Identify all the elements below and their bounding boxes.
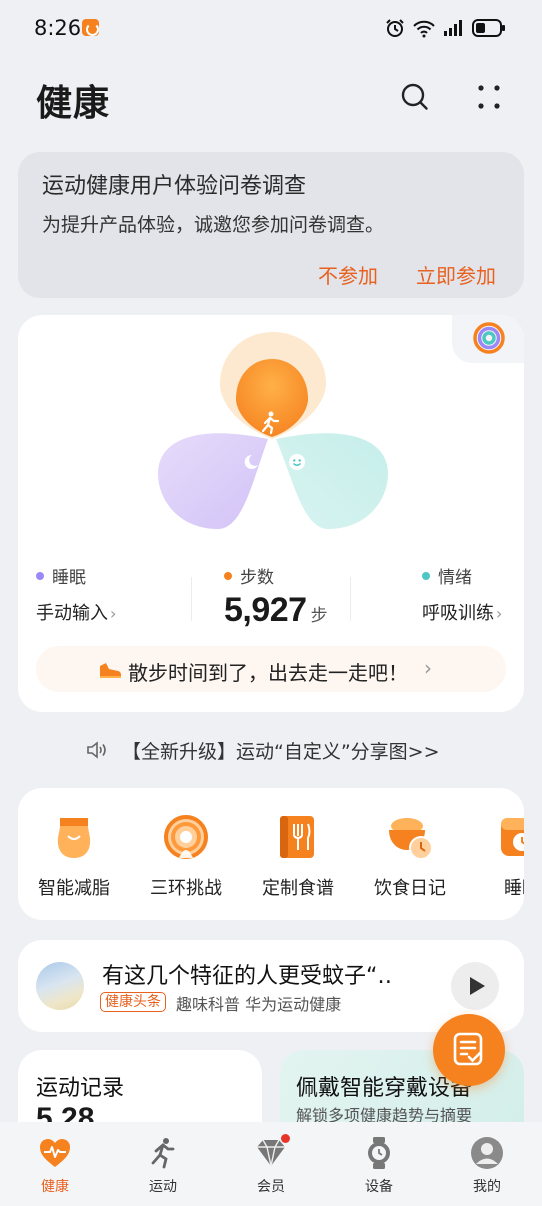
fat-loss-icon	[49, 812, 99, 862]
watch-icon	[362, 1136, 396, 1170]
service-label: 睡眠	[504, 878, 524, 899]
article-meta: 趣味科普 华为运动健康	[176, 995, 342, 1014]
chevron-right-icon: ›	[496, 604, 503, 623]
tab-label: 运动	[149, 1179, 177, 1195]
survey-title: 运动健康用户体验问卷调查	[42, 174, 307, 199]
grid-dots-icon	[478, 85, 500, 109]
breathing-training-link[interactable]: 呼吸训练 ›	[422, 599, 502, 625]
shoe-icon	[100, 663, 121, 678]
survey-join-button[interactable]: 立即参加	[416, 260, 496, 289]
service-fat-loss[interactable]: 智能减脂	[19, 812, 129, 900]
recipe-icon	[273, 812, 323, 862]
survey-description: 为提升产品体验，诚邀您参加问卷调查。	[42, 214, 385, 236]
diamond-icon	[254, 1134, 290, 1170]
sleep-dot	[36, 571, 44, 580]
service-diet-diary[interactable]: 饮食日记	[355, 812, 465, 900]
mood-dot	[422, 571, 430, 580]
bottom-tab-bar: 健康 运动 会员 设备 我的	[0, 1122, 542, 1206]
survey-card: 运动健康用户体验问卷调查 为提升产品体验，诚邀您参加问卷调查。 不参加 立即参加	[18, 152, 524, 298]
page-title: 健康	[36, 83, 111, 124]
sleep-label: 睡眠	[52, 568, 86, 588]
announcement-text: 【全新升级】运动“自定义”分享图>>	[122, 740, 440, 763]
services-card: 智能减脂 三环挑战 定制食谱 饮食日记 睡	[18, 788, 524, 920]
tab-devices[interactable]: 设备	[339, 1136, 419, 1196]
running-icon	[146, 1136, 180, 1170]
tab-membership[interactable]: 会员	[231, 1134, 311, 1196]
announcement-bar[interactable]: 【全新升级】运动“自定义”分享图>>	[86, 737, 440, 763]
survey-decline-button[interactable]: 不参加	[318, 260, 378, 289]
alarm-icon	[386, 19, 404, 37]
diet-diary-icon	[385, 812, 435, 862]
tab-me[interactable]: 我的	[447, 1136, 527, 1196]
mood-action-label: 呼吸训练	[422, 603, 494, 624]
steps-metric[interactable]: 步数 5,927 步	[224, 563, 328, 629]
status-icons	[385, 16, 506, 40]
service-label: 定制食谱	[262, 878, 334, 899]
more-options-button[interactable]	[472, 80, 506, 114]
rainbow-rings-icon	[473, 322, 505, 354]
chevron-right-icon: ›	[110, 604, 117, 623]
service-label: 智能减脂	[38, 878, 110, 899]
steps-unit: 步	[310, 606, 328, 626]
walk-reminder-banner[interactable]: 散步时间到了，出去走一走吧！ ›	[36, 646, 506, 692]
record-title: 运动记录	[36, 1076, 125, 1101]
walk-reminder-text: 散步时间到了，出去走一走吧！	[128, 661, 408, 685]
article-title: 有这几个特征的人更受蚊子“‥	[102, 964, 393, 989]
smile-icon	[289, 454, 305, 470]
tab-health[interactable]: 健康	[15, 1136, 95, 1196]
steps-count: 5,927	[224, 591, 307, 629]
status-bar: 8:26	[0, 0, 542, 56]
article-card[interactable]: 有这几个特征的人更受蚊子“‥ 健康头条 趣味科普 华为运动健康	[18, 940, 524, 1032]
tab-label: 设备	[365, 1179, 393, 1195]
mood-metric[interactable]: 情绪 呼吸训练 ›	[422, 563, 502, 624]
article-thumbnail	[36, 962, 84, 1010]
battery-icon	[472, 19, 505, 37]
sleep-petal	[158, 433, 268, 529]
status-time: 8:26	[34, 16, 82, 40]
search-button[interactable]	[398, 80, 432, 114]
article-tag: 健康头条	[100, 992, 166, 1012]
metric-divider	[191, 577, 192, 621]
heart-pulse-icon	[38, 1136, 72, 1170]
steps-dot	[224, 571, 232, 580]
wifi-icon	[413, 20, 435, 38]
notification-dot	[281, 1134, 290, 1143]
floating-notes-button[interactable]	[433, 1014, 505, 1086]
service-label: 饮食日记	[374, 878, 446, 899]
tab-label: 会员	[257, 1179, 285, 1195]
service-sleep[interactable]: 睡眠	[467, 812, 524, 900]
notes-check-icon	[453, 1032, 483, 1066]
tab-exercise[interactable]: 运动	[123, 1136, 203, 1196]
sleep-icon	[497, 812, 524, 862]
speaker-icon	[87, 741, 106, 759]
service-label: 三环挑战	[150, 878, 222, 899]
mood-label: 情绪	[438, 568, 472, 588]
tab-label: 我的	[473, 1179, 501, 1195]
steps-value: 5,927 步	[224, 591, 328, 630]
sleep-manual-input-link[interactable]: 手动输入 ›	[36, 599, 116, 625]
chevron-right-icon: ›	[424, 656, 432, 680]
rings-corner-button[interactable]	[452, 315, 524, 363]
steps-label: 步数	[240, 568, 274, 588]
health-rings-card[interactable]: 睡眠 手动输入 › 步数 5,927 步 情绪 呼吸训练 › 散步时间到了，出去走一走…	[18, 315, 524, 712]
sleep-metric[interactable]: 睡眠 手动输入 ›	[36, 563, 116, 624]
health-app-notification-icon	[82, 19, 99, 36]
metric-divider	[350, 577, 351, 621]
tab-label: 健康	[41, 1179, 69, 1195]
sleep-action-label: 手动输入	[36, 603, 108, 624]
health-petals-graphic	[158, 332, 388, 529]
service-three-rings[interactable]: 三环挑战	[131, 812, 241, 900]
user-avatar-icon	[470, 1136, 504, 1170]
play-button[interactable]	[451, 962, 499, 1010]
mood-petal	[276, 433, 388, 529]
search-icon	[401, 83, 428, 110]
signal-icon	[444, 20, 462, 36]
three-rings-icon	[161, 812, 211, 862]
service-recipe[interactable]: 定制食谱	[243, 812, 353, 900]
